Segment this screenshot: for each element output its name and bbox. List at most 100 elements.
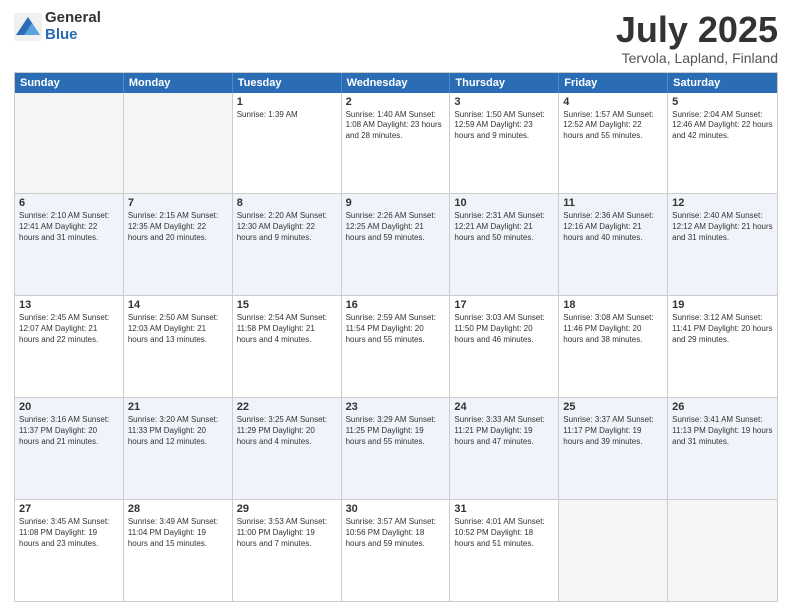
cell-details: Sunrise: 3:33 AM Sunset: 11:21 PM Daylig… bbox=[454, 415, 554, 447]
empty-cell bbox=[668, 500, 777, 601]
cell-details: Sunrise: 3:25 AM Sunset: 11:29 PM Daylig… bbox=[237, 415, 337, 447]
day-cell-8: 8 Sunrise: 2:20 AM Sunset: 12:30 AM Dayli… bbox=[233, 194, 342, 295]
empty-cell bbox=[15, 93, 124, 194]
day-cell-16: 16 Sunrise: 2:59 AM Sunset: 11:54 PM Dayl… bbox=[342, 296, 451, 397]
day-cell-4: 4Sunrise: 1:57 AM Sunset: 12:52 AM Dayli… bbox=[559, 93, 668, 194]
day-number: 17 bbox=[454, 299, 554, 311]
calendar-row-0: 1Sunrise: 1:39 AM 2 Sunrise: 1:40 AM Sunse… bbox=[15, 93, 777, 194]
calendar-body: 1Sunrise: 1:39 AM 2 Sunrise: 1:40 AM Sunse… bbox=[15, 93, 777, 601]
day-number: 11 bbox=[563, 197, 663, 209]
day-cell-26: 26Sunrise: 3:41 AM Sunset: 11:13 PM Dayl… bbox=[668, 398, 777, 499]
day-cell-15: 15 Sunrise: 2:54 AM Sunset: 11:58 PM Dayl… bbox=[233, 296, 342, 397]
day-number: 14 bbox=[128, 299, 228, 311]
cell-details: Sunrise: 2:10 AM Sunset: 12:41 AM Daylig… bbox=[19, 211, 119, 243]
cell-details: Sunrise: 2:20 AM Sunset: 12:30 AM Daylig… bbox=[237, 211, 337, 243]
cell-details: Sunrise: 3:03 AM Sunset: 11:50 PM Daylig… bbox=[454, 313, 554, 345]
calendar-row-1: 6Sunrise: 2:10 AM Sunset: 12:41 AM Dayli… bbox=[15, 193, 777, 295]
day-number: 27 bbox=[19, 503, 119, 515]
cell-details: Sunrise: 2:45 AM Sunset: 12:07 AM Daylig… bbox=[19, 313, 119, 345]
day-number: 31 bbox=[454, 503, 554, 515]
logo-general-text: General bbox=[45, 10, 101, 27]
day-number: 25 bbox=[563, 401, 663, 413]
cell-details: Sunrise: 2:04 AM Sunset: 12:46 AM Daylig… bbox=[672, 110, 773, 142]
day-number: 12 bbox=[672, 197, 773, 209]
logo: General Blue bbox=[14, 10, 101, 43]
location: Tervola, Lapland, Finland bbox=[616, 50, 778, 66]
day-number: 23 bbox=[346, 401, 446, 413]
day-cell-11: 11Sunrise: 2:36 AM Sunset: 12:16 AM Dayl… bbox=[559, 194, 668, 295]
day-number: 2 bbox=[346, 96, 446, 108]
day-number: 22 bbox=[237, 401, 337, 413]
cell-details: Sunrise: 2:54 AM Sunset: 11:58 PM Daylig… bbox=[237, 313, 337, 345]
cell-details: Sunrise: 3:37 AM Sunset: 11:17 PM Daylig… bbox=[563, 415, 663, 447]
day-header-saturday: Saturday bbox=[668, 73, 777, 93]
calendar-row-2: 13Sunrise: 2:45 AM Sunset: 12:07 AM Dayl… bbox=[15, 295, 777, 397]
cell-details: Sunrise: 3:16 AM Sunset: 11:37 PM Daylig… bbox=[19, 415, 119, 447]
day-header-monday: Monday bbox=[124, 73, 233, 93]
month-title: July 2025 bbox=[616, 10, 778, 50]
day-number: 1 bbox=[237, 96, 337, 108]
day-number: 7 bbox=[128, 197, 228, 209]
day-cell-1: 1Sunrise: 1:39 AM bbox=[233, 93, 342, 194]
cell-details: Sunrise: 3:49 AM Sunset: 11:04 PM Daylig… bbox=[128, 517, 228, 549]
day-number: 3 bbox=[454, 96, 554, 108]
calendar-header: SundayMondayTuesdayWednesdayThursdayFrid… bbox=[15, 73, 777, 93]
day-cell-12: 12 Sunrise: 2:40 AM Sunset: 12:12 AM Dayl… bbox=[668, 194, 777, 295]
cell-details: Sunrise: 1:40 AM Sunset: 1:08 AM Dayligh… bbox=[346, 110, 446, 142]
calendar-row-4: 27 Sunrise: 3:45 AM Sunset: 11:08 PM Dayl… bbox=[15, 499, 777, 601]
day-header-thursday: Thursday bbox=[450, 73, 559, 93]
day-cell-30: 30 Sunrise: 3:57 AM Sunset: 10:56 PM Dayl… bbox=[342, 500, 451, 601]
cell-details: Sunrise: 1:50 AM Sunset: 12:59 AM Daylig… bbox=[454, 110, 554, 142]
day-cell-2: 2 Sunrise: 1:40 AM Sunset: 1:08 AM Daylig… bbox=[342, 93, 451, 194]
day-header-friday: Friday bbox=[559, 73, 668, 93]
day-cell-28: 28Sunrise: 3:49 AM Sunset: 11:04 PM Dayl… bbox=[124, 500, 233, 601]
day-number: 30 bbox=[346, 503, 446, 515]
day-number: 9 bbox=[346, 197, 446, 209]
day-number: 29 bbox=[237, 503, 337, 515]
day-cell-22: 22 Sunrise: 3:25 AM Sunset: 11:29 PM Dayl… bbox=[233, 398, 342, 499]
day-number: 10 bbox=[454, 197, 554, 209]
day-number: 5 bbox=[672, 96, 773, 108]
day-cell-25: 25 Sunrise: 3:37 AM Sunset: 11:17 PM Dayl… bbox=[559, 398, 668, 499]
cell-details: Sunrise: 2:31 AM Sunset: 12:21 AM Daylig… bbox=[454, 211, 554, 243]
day-cell-23: 23 Sunrise: 3:29 AM Sunset: 11:25 PM Dayl… bbox=[342, 398, 451, 499]
logo-blue-text: Blue bbox=[45, 27, 101, 44]
day-cell-21: 21 Sunrise: 3:20 AM Sunset: 11:33 PM Dayl… bbox=[124, 398, 233, 499]
day-number: 8 bbox=[237, 197, 337, 209]
day-cell-13: 13Sunrise: 2:45 AM Sunset: 12:07 AM Dayl… bbox=[15, 296, 124, 397]
day-cell-20: 20 Sunrise: 3:16 AM Sunset: 11:37 PM Dayl… bbox=[15, 398, 124, 499]
day-cell-9: 9 Sunrise: 2:26 AM Sunset: 12:25 AM Dayli… bbox=[342, 194, 451, 295]
day-cell-10: 10 Sunrise: 2:31 AM Sunset: 12:21 AM Dayl… bbox=[450, 194, 559, 295]
day-number: 20 bbox=[19, 401, 119, 413]
day-number: 26 bbox=[672, 401, 773, 413]
day-number: 21 bbox=[128, 401, 228, 413]
day-number: 15 bbox=[237, 299, 337, 311]
cell-details: Sunrise: 2:59 AM Sunset: 11:54 PM Daylig… bbox=[346, 313, 446, 345]
cell-details: Sunrise: 3:45 AM Sunset: 11:08 PM Daylig… bbox=[19, 517, 119, 549]
cell-details: Sunrise: 3:29 AM Sunset: 11:25 PM Daylig… bbox=[346, 415, 446, 447]
cell-details: Sunrise: 3:20 AM Sunset: 11:33 PM Daylig… bbox=[128, 415, 228, 447]
day-cell-5: 5 Sunrise: 2:04 AM Sunset: 12:46 AM Dayli… bbox=[668, 93, 777, 194]
day-number: 4 bbox=[563, 96, 663, 108]
cell-details: Sunrise: 2:26 AM Sunset: 12:25 AM Daylig… bbox=[346, 211, 446, 243]
calendar: SundayMondayTuesdayWednesdayThursdayFrid… bbox=[14, 72, 778, 602]
day-number: 16 bbox=[346, 299, 446, 311]
day-header-sunday: Sunday bbox=[15, 73, 124, 93]
title-block: July 2025 Tervola, Lapland, Finland bbox=[616, 10, 778, 66]
day-cell-31: 31 Sunrise: 4:01 AM Sunset: 10:52 PM Dayl… bbox=[450, 500, 559, 601]
day-number: 18 bbox=[563, 299, 663, 311]
day-cell-14: 14 Sunrise: 2:50 AM Sunset: 12:03 AM Dayl… bbox=[124, 296, 233, 397]
cell-details: Sunrise: 4:01 AM Sunset: 10:52 PM Daylig… bbox=[454, 517, 554, 549]
cell-details: Sunrise: 2:50 AM Sunset: 12:03 AM Daylig… bbox=[128, 313, 228, 345]
day-cell-29: 29 Sunrise: 3:53 AM Sunset: 11:00 PM Dayl… bbox=[233, 500, 342, 601]
day-cell-19: 19 Sunrise: 3:12 AM Sunset: 11:41 PM Dayl… bbox=[668, 296, 777, 397]
day-cell-17: 17 Sunrise: 3:03 AM Sunset: 11:50 PM Dayl… bbox=[450, 296, 559, 397]
day-cell-24: 24Sunrise: 3:33 AM Sunset: 11:21 PM Dayl… bbox=[450, 398, 559, 499]
cell-details: Sunrise: 3:57 AM Sunset: 10:56 PM Daylig… bbox=[346, 517, 446, 549]
day-number: 19 bbox=[672, 299, 773, 311]
cell-details: Sunrise: 3:53 AM Sunset: 11:00 PM Daylig… bbox=[237, 517, 337, 549]
day-header-tuesday: Tuesday bbox=[233, 73, 342, 93]
empty-cell bbox=[559, 500, 668, 601]
cell-details: Sunrise: 3:12 AM Sunset: 11:41 PM Daylig… bbox=[672, 313, 773, 345]
cell-details: Sunrise: 2:40 AM Sunset: 12:12 AM Daylig… bbox=[672, 211, 773, 243]
